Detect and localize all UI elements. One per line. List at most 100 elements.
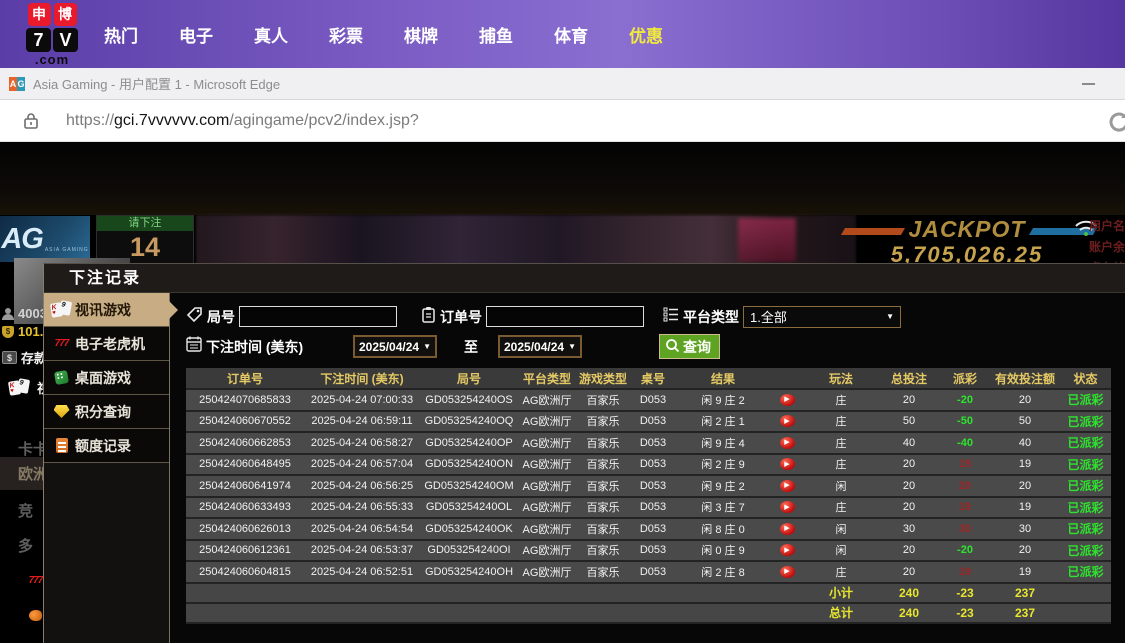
menu-item-1[interactable]: 777 电子老虎机 — [44, 327, 169, 361]
minimize-button[interactable] — [1082, 83, 1095, 85]
cell-game: 百家乐 — [586, 523, 620, 536]
cell-payout: 19 — [958, 565, 972, 578]
url-text[interactable]: https://gci.7vvvvvv.com/agingame/pcv2/in… — [66, 112, 419, 130]
subtotal-row-cell: 237 — [1014, 585, 1036, 600]
play-video-icon[interactable]: ▶ — [779, 458, 795, 471]
dice-icon — [48, 369, 75, 386]
cell-play: ▶ — [770, 479, 804, 492]
cell-side: 庄 — [835, 394, 847, 407]
cell-status: 已派彩 — [1067, 479, 1104, 494]
cell-time: 2025-04-24 06:52:51 — [310, 565, 414, 578]
cell-time: 2025-04-24 06:57:04 — [310, 458, 414, 471]
lobby-banner — [0, 142, 1125, 215]
header-cell: 派彩 — [952, 371, 977, 386]
menu-item-4[interactable]: 额度记录 — [44, 429, 169, 463]
nav-item-5[interactable]: 捕鱼 — [479, 22, 513, 47]
cell-game: 百家乐 — [586, 459, 620, 472]
play-video-icon[interactable]: ▶ — [779, 522, 795, 535]
nav-item-3[interactable]: 彩票 — [329, 22, 363, 47]
cell-payout: 30 — [958, 522, 972, 535]
total-row: 总计 240 -23 237 — [186, 601, 1111, 622]
nav-item-1[interactable]: 电子 — [179, 22, 213, 47]
play-video-icon[interactable]: ▶ — [779, 479, 795, 492]
slots-icon: 777 — [54, 338, 70, 349]
site-navbar: 申 博 7 V .com 热门 电子 真人 彩票 棋牌 捕鱼 体育 优惠 — [0, 0, 1125, 68]
round-input[interactable] — [239, 306, 397, 327]
cell-order: 250424060604815 — [199, 565, 291, 578]
chevron-down-icon: ▼ — [423, 342, 431, 351]
deposit-button[interactable]: $ 存款 — [2, 348, 47, 367]
nav-item-4[interactable]: 棋牌 — [404, 22, 438, 47]
header-cell: 有效投注额 — [994, 371, 1055, 386]
cell-side: 庄 — [835, 416, 847, 429]
nav-item-7[interactable]: 优惠 — [629, 22, 663, 47]
header-cell: 游戏类型 — [578, 371, 627, 386]
platform-select[interactable]: 1.全部 ▼ — [743, 305, 901, 328]
cell-order: 250424060633493 — [199, 501, 291, 514]
deposit-icon: $ — [2, 351, 17, 364]
cell-result: 闲 9 庄 2 — [701, 394, 745, 407]
account-balance-label: 账户余额: — [1089, 240, 1125, 254]
chevron-down-icon: ▼ — [886, 312, 894, 321]
menu-item-3[interactable]: 积分查询 — [44, 395, 169, 429]
cell-valid: 19 — [1018, 501, 1032, 514]
nav-item-6[interactable]: 体育 — [554, 22, 588, 47]
online-count: 4003 — [2, 306, 47, 321]
nav-item-2[interactable]: 真人 — [254, 22, 288, 47]
left-nav-item-3[interactable]: 多 — [18, 535, 33, 556]
date-to-select[interactable]: 2025/04/24 ▼ — [498, 335, 582, 358]
cell-order: 250424060626013 — [199, 522, 291, 535]
window-title: Asia Gaming - 用户配置 1 - Microsoft Edge — [33, 77, 281, 92]
play-video-icon[interactable]: ▶ — [779, 565, 795, 578]
cell-valid: 20 — [1018, 393, 1032, 406]
left-nav-item-2[interactable]: 竞 — [18, 500, 33, 521]
total-row-cell: -23 — [956, 605, 974, 620]
order-filter: 订单号 — [421, 304, 644, 329]
total-row-cell: 240 — [898, 605, 920, 620]
moneybag-icon: $ — [2, 325, 14, 338]
nav-item-0[interactable]: 热门 — [104, 22, 138, 47]
dialog-title: 下注记录 — [44, 264, 1125, 293]
menu-item-label: 积分查询 — [75, 403, 131, 420]
date-from-select[interactable]: 2025/04/24 ▼ — [353, 335, 437, 358]
platform-label: 平台类型 — [683, 308, 739, 325]
lock-icon[interactable] — [23, 112, 39, 130]
site-logo[interactable]: 申 博 7 V .com — [22, 2, 82, 66]
search-button[interactable]: 查询 — [659, 334, 720, 359]
cell-payout: 19 — [958, 501, 972, 514]
cell-result: 闲 8 庄 0 — [701, 523, 745, 536]
cell-order: 250424060612361 — [199, 544, 291, 557]
menu-item-0[interactable]: 9 K ♥ 视讯游戏 — [44, 293, 178, 327]
cell-status: 已派彩 — [1067, 565, 1104, 580]
url-path: /agingame/pcv2/index.jsp? — [229, 111, 419, 129]
cell-result: 闲 9 庄 2 — [701, 480, 745, 493]
cell-order: 250424060648495 — [199, 458, 291, 471]
cell-result: 闲 2 庄 1 — [701, 416, 745, 429]
table-row-7: 250424060612361 2025-04-24 06:53:37 GD0532… — [186, 538, 1111, 560]
order-input[interactable] — [486, 306, 644, 327]
cell-round: GD053254240OH — [424, 565, 514, 578]
menu-item-2[interactable]: 桌面游戏 — [44, 361, 169, 395]
search-group: 查询 — [659, 334, 720, 359]
play-video-icon[interactable]: ▶ — [779, 415, 795, 428]
play-video-icon[interactable]: ▶ — [779, 544, 795, 557]
cell-table: D053 — [639, 458, 667, 471]
subtotal-row: 小计 240 -23 237 — [186, 581, 1111, 602]
play-video-icon[interactable]: ▶ — [779, 393, 795, 406]
cell-play: ▶ — [770, 415, 804, 428]
subtotal-row-cell: 240 — [898, 585, 920, 600]
cell-time: 2025-04-24 06:59:11 — [311, 415, 413, 428]
cell-play: ▶ — [770, 565, 804, 578]
header-cell: 总投注 — [890, 371, 927, 386]
play-video-icon[interactable]: ▶ — [779, 436, 795, 449]
cards-icon: 9 K ♥ — [6, 378, 33, 396]
refresh-icon[interactable] — [1106, 109, 1125, 140]
header-cell: 下注时间 (美东) — [320, 371, 404, 386]
url-scheme: https:// — [66, 111, 115, 129]
cell-game: 百家乐 — [586, 502, 620, 515]
cell-game: 百家乐 — [586, 416, 620, 429]
play-video-icon[interactable]: ▶ — [779, 501, 795, 514]
logo-badge-shen: 申 — [27, 2, 51, 26]
browser-urlbar[interactable]: https://gci.7vvvvvv.com/agingame/pcv2/in… — [0, 100, 1125, 142]
header-cell: 玩法 — [828, 371, 853, 386]
